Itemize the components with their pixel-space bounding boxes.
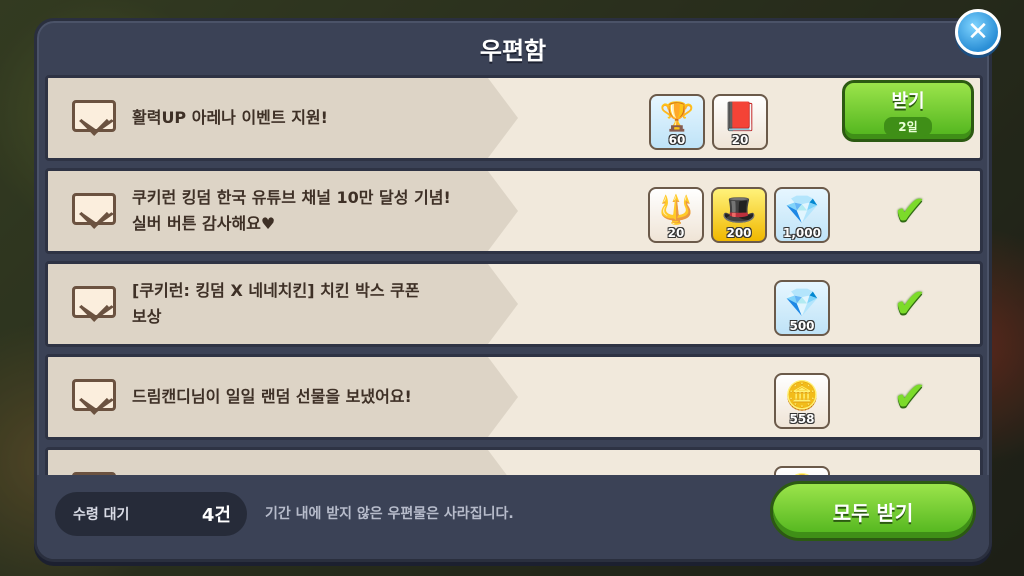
reward-quantity: 20 — [731, 133, 749, 147]
reward-quantity: 60 — [668, 133, 686, 147]
red-crystal-icon: 🔱 — [658, 193, 694, 226]
envelope-icon — [72, 100, 116, 132]
mailbox-dialog: 우편함 활력UP 아레나 이벤트 지원! 🏆 60 📕 20 받기 2일 쿠키런 킹덤 한국 … — [34, 18, 992, 562]
mailbox-footer: 수령 대기 4건 기간 내에 받지 않은 우편물은 사라집니다. 모두 받기 — [37, 475, 989, 559]
dialog-title: 우편함 — [479, 37, 547, 65]
envelope-icon — [72, 286, 116, 318]
close-icon: ✕ — [967, 17, 989, 47]
mail-row[interactable]: 드림캔디님이 일일 랜덤 선물을 보냈어요! 🪙 558 ✔ — [45, 354, 983, 440]
expiry-notice: 기간 내에 받지 않은 우편물은 사라집니다. — [265, 506, 514, 522]
mail-message — [132, 450, 502, 475]
claimed-check-icon: ✔ — [893, 188, 927, 234]
reward-quantity: 200 — [726, 226, 752, 240]
claim-all-button[interactable]: 모두 받기 — [770, 481, 976, 541]
reward-item[interactable]: 🪙 — [774, 466, 830, 475]
mail-row[interactable]: 🪙✔ — [45, 447, 983, 475]
pending-count: 4건 — [201, 505, 231, 526]
close-button[interactable]: ✕ — [955, 9, 1001, 55]
mail-row[interactable]: 쿠키런 킹덤 한국 유튜브 채널 10만 달성 기념! 실버 버튼 감사해요♥ 🔱… — [45, 168, 983, 254]
pending-count-pill: 수령 대기 4건 — [55, 492, 247, 536]
envelope-icon — [72, 379, 116, 411]
reward-quantity: 1,000 — [783, 226, 821, 240]
ticket-book-icon: 📕 — [722, 100, 758, 133]
mail-row[interactable]: [쿠키런: 킹덤 X 네네치킨] 치킨 박스 쿠폰 보상 💎 500 ✔ — [45, 261, 983, 347]
claim-button-label: 받기 — [891, 91, 925, 112]
mail-message: 쿠키런 킹덤 한국 유튜브 채널 10만 달성 기념! 실버 버튼 감사해요♥ — [132, 188, 451, 233]
reward-item[interactable]: 🪙 558 — [774, 373, 830, 429]
claimed-check-icon: ✔ — [893, 374, 927, 420]
reward-item[interactable]: 🏆 60 — [649, 94, 705, 150]
trophy-icon: 🏆 — [659, 100, 695, 133]
pending-label: 수령 대기 — [73, 507, 130, 523]
reward-quantity: 500 — [789, 319, 815, 333]
reward-item[interactable]: 🔱 20 — [648, 187, 704, 243]
coin-icon: 🪙 — [784, 379, 820, 412]
crystal-icon: 💎 — [784, 193, 820, 226]
reward-item[interactable]: 💎 500 — [774, 280, 830, 336]
mail-row[interactable]: 활력UP 아레나 이벤트 지원! 🏆 60 📕 20 받기 2일 — [45, 75, 983, 161]
envelope-icon — [72, 193, 116, 225]
crystal-icon: 💎 — [784, 286, 820, 319]
claim-button[interactable]: 받기 2일 — [842, 80, 974, 142]
claimed-check-icon: ✔ — [893, 281, 927, 327]
reward-quantity: 558 — [789, 412, 815, 426]
reward-quantity: 20 — [667, 226, 685, 240]
mail-message: [쿠키런: 킹덤 X 네네치킨] 치킨 박스 쿠폰 보상 — [132, 281, 420, 326]
reward-item[interactable]: 💎 1,000 — [774, 187, 830, 243]
mail-message: 활력UP 아레나 이벤트 지원! — [132, 108, 328, 127]
reward-item[interactable]: 📕 20 — [712, 94, 768, 150]
reward-item[interactable]: 🎩 200 — [711, 187, 767, 243]
expiry-days-badge: 2일 — [884, 117, 932, 136]
wizard-hat-icon: 🎩 — [721, 193, 757, 226]
mail-message: 드림캔디님이 일일 랜덤 선물을 보냈어요! — [132, 387, 412, 406]
mail-list[interactable]: 활력UP 아레나 이벤트 지원! 🏆 60 📕 20 받기 2일 쿠키런 킹덤 한국 유튜브 … — [45, 75, 983, 475]
